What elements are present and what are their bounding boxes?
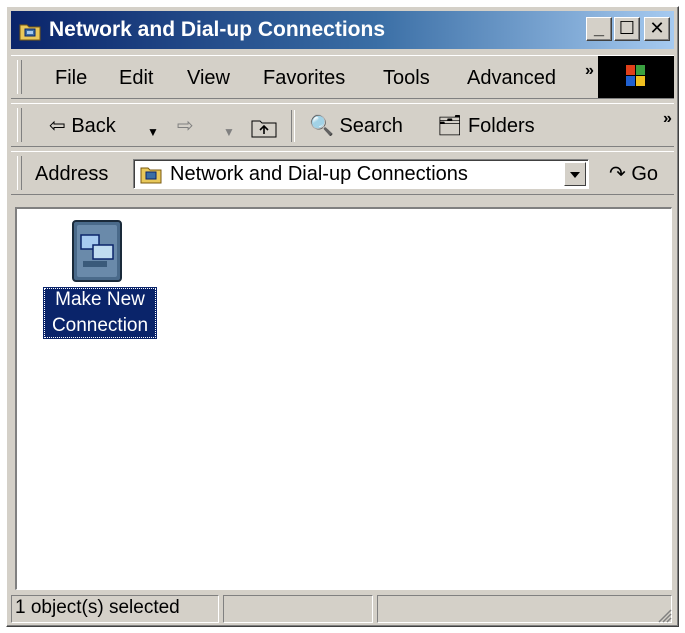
maximize-button[interactable]: ☐ (614, 17, 640, 41)
forward-dropdown-arrow-icon[interactable]: ▼ (223, 120, 235, 144)
menu-grip[interactable] (17, 60, 22, 94)
menu-bar: File Edit View Favorites Tools Advanced … (11, 55, 674, 99)
folder-view[interactable]: Make New Connection (15, 207, 672, 590)
network-folder-small-icon (140, 167, 162, 184)
title-bar[interactable]: Network and Dial-up Connections _ ☐ ✕ (11, 11, 674, 49)
menu-view[interactable]: View (187, 66, 230, 90)
search-label: Search (339, 115, 403, 137)
go-arrow-icon: ↷ (609, 163, 626, 185)
address-bar: Address Network and Dial-up Connections … (11, 151, 674, 195)
back-dropdown-arrow-icon[interactable]: ▼ (147, 120, 159, 144)
search-button[interactable]: 🔍 Search (309, 114, 403, 138)
search-icon: 🔍 (309, 115, 334, 137)
status-pane-3 (377, 595, 672, 623)
address-label: Address (35, 163, 109, 185)
back-arrow-icon: ⇦ (49, 115, 66, 137)
window-title: Network and Dial-up Connections (49, 18, 386, 41)
address-input[interactable]: Network and Dial-up Connections (133, 159, 589, 189)
folders-icon: 🗂 (437, 115, 463, 137)
standard-toolbar: ⇦ Back ▼ ⇨ ▼ 🔍 Search 🗂 Folders » (11, 103, 674, 147)
windows-flag-icon (626, 65, 645, 86)
toolbar-grip[interactable] (17, 108, 22, 142)
folders-button[interactable]: 🗂 Folders (437, 114, 535, 138)
folders-label: Folders (467, 115, 535, 137)
menu-overflow-chevron[interactable]: » (585, 62, 594, 80)
menu-file[interactable]: File (55, 66, 87, 90)
menu-advanced[interactable]: Advanced (467, 66, 556, 90)
status-text: 1 object(s) selected (11, 595, 219, 623)
address-dropdown-button[interactable] (564, 162, 586, 186)
make-new-connection-item[interactable]: Make New Connection (43, 287, 157, 339)
toolbar-separator (291, 110, 295, 142)
address-grip[interactable] (17, 156, 22, 190)
close-button[interactable]: ✕ (644, 17, 670, 41)
windows-logo (598, 56, 674, 98)
status-pane-2 (223, 595, 373, 623)
back-label: Back (71, 115, 116, 137)
menu-favorites[interactable]: Favorites (263, 66, 345, 90)
chevron-down-icon (570, 172, 580, 178)
resize-grip-icon[interactable] (656, 607, 672, 623)
go-label: Go (631, 163, 659, 185)
go-button[interactable]: ↷ Go (609, 162, 658, 186)
menu-edit[interactable]: Edit (119, 66, 153, 90)
toolbar-overflow-chevron[interactable]: » (663, 110, 672, 128)
network-folder-icon (19, 24, 41, 41)
status-bar: 1 object(s) selected (11, 593, 674, 625)
address-value: Network and Dial-up Connections (170, 163, 468, 185)
forward-arrow-icon[interactable]: ⇨ (177, 114, 194, 138)
menu-tools[interactable]: Tools (383, 66, 430, 90)
make-new-connection-icon[interactable] (67, 219, 127, 285)
minimize-button[interactable]: _ (586, 17, 612, 41)
back-button[interactable]: ⇦ Back (49, 114, 116, 138)
explorer-window: Network and Dial-up Connections _ ☐ ✕ Fi… (6, 6, 679, 627)
up-folder-icon[interactable] (251, 118, 277, 138)
